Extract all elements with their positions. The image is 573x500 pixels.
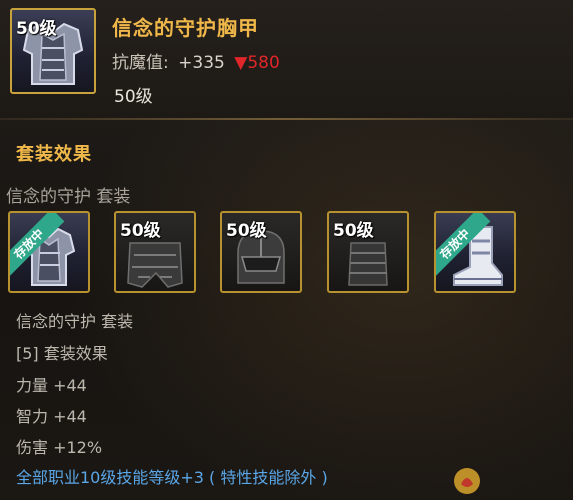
- stat-line: 抗魔值: +335 ▼580: [112, 48, 280, 73]
- item-level: 50级: [114, 87, 153, 107]
- slot-level-tag: 50级: [333, 221, 374, 241]
- compare-down-icon: ▼: [234, 53, 248, 73]
- set-bonus-intelligence: 智力 +44: [16, 407, 87, 426]
- logo-watermark-icon: [454, 468, 480, 494]
- slot-level-tag: 50级: [226, 221, 267, 241]
- stat-value: +335: [178, 53, 225, 73]
- set-effect-count: [5] 套装效果: [16, 344, 108, 363]
- compare-value: 580: [247, 53, 280, 73]
- set-section-title: 套装效果: [16, 144, 92, 165]
- set-bonus-strength: 力量 +44: [16, 376, 87, 395]
- stat-label: 抗魔值:: [112, 53, 169, 73]
- item-name: 信念的守护胸甲: [112, 16, 259, 40]
- item-level-tag: 50级: [16, 19, 57, 39]
- divider: [0, 118, 573, 120]
- set-heading: 信念的守护 套装: [6, 187, 131, 207]
- set-bonus-damage: 伤害 +12%: [16, 438, 103, 457]
- set-slot-boots[interactable]: 存放中: [434, 211, 516, 293]
- item-tooltip-panel: 50级 信念的守护胸甲 抗魔值: +335 ▼580 50级 套装效果 信念的守…: [0, 0, 573, 500]
- chest-armor-icon[interactable]: 50级: [10, 8, 96, 94]
- set-slot-arm-guard[interactable]: 50级: [327, 211, 409, 293]
- set-name-line: 信念的守护 套装: [16, 312, 134, 331]
- item-header: 50级 信念的守护胸甲 抗魔值: +335 ▼580 50级: [0, 0, 573, 118]
- set-bonus-skill: 全部职业10级技能等级+3 ( 特性技能除外 ): [16, 468, 328, 487]
- set-slot-pants[interactable]: 50级: [114, 211, 196, 293]
- set-slot-helmet[interactable]: 50级: [220, 211, 302, 293]
- slot-level-tag: 50级: [120, 221, 161, 241]
- set-slot-chest[interactable]: 存放中: [8, 211, 90, 293]
